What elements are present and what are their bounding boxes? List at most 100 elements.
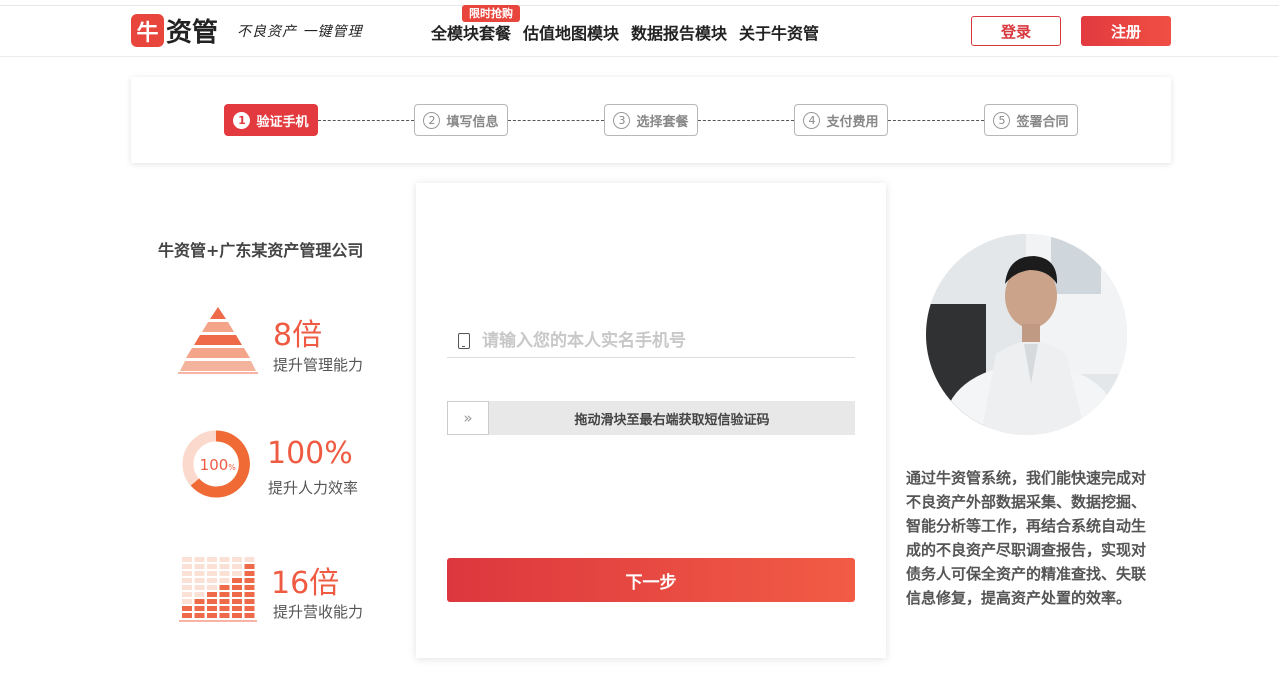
bar-cell xyxy=(194,592,205,597)
step-connector xyxy=(698,120,794,121)
step-label: 签署合同 xyxy=(1016,114,1069,130)
bar-cell xyxy=(207,613,217,618)
bar-cell xyxy=(219,606,230,611)
logo-icon[interactable]: 牛 xyxy=(131,14,164,47)
bar-cell xyxy=(182,564,192,569)
bar-cell xyxy=(232,571,242,576)
step-number: 2 xyxy=(423,111,441,129)
bar-cell xyxy=(219,599,230,604)
register-button[interactable]: 注册 xyxy=(1081,16,1171,46)
bar-cell xyxy=(182,585,192,590)
next-step-button[interactable]: 下一步 xyxy=(447,558,855,602)
bar-cell xyxy=(207,585,217,590)
top-divider xyxy=(0,0,1279,6)
bar-cell xyxy=(182,606,192,611)
bar-cell xyxy=(182,557,192,562)
step-fill-info: 2 填写信息 xyxy=(414,104,508,136)
bar-cell xyxy=(207,571,217,576)
nav-full-package[interactable]: 全模块套餐 xyxy=(431,20,511,44)
step-connector xyxy=(508,120,604,121)
mobile-phone-icon xyxy=(458,332,470,349)
step-payment: 4 支付费用 xyxy=(794,104,888,136)
bar-cell xyxy=(219,571,230,576)
stat-value: 16倍 xyxy=(271,566,340,601)
bar-cell xyxy=(244,592,255,597)
slogan: 不良资产 一键管理 xyxy=(237,24,363,40)
step-label: 验证手机 xyxy=(256,114,309,130)
bar-cell xyxy=(194,599,205,604)
bar-cell xyxy=(244,599,255,604)
nav-valuation-map[interactable]: 估值地图模块 xyxy=(523,20,619,44)
bar-cell xyxy=(182,592,192,597)
bar-cell xyxy=(219,585,230,590)
bar-cell xyxy=(207,557,217,562)
bar-cell xyxy=(194,578,205,583)
phone-field xyxy=(447,324,855,358)
bar-cell xyxy=(182,571,192,576)
pyramid-icon xyxy=(178,307,258,374)
bar-cell xyxy=(244,571,255,576)
slider-handle[interactable]: » xyxy=(447,401,489,435)
bar-cell xyxy=(219,557,230,562)
stat-value: 8倍 xyxy=(273,318,323,353)
nav-about[interactable]: 关于牛资管 xyxy=(739,20,819,44)
bar-cell xyxy=(244,606,255,611)
bar-cell xyxy=(219,592,230,597)
bar-cell xyxy=(207,564,217,569)
stat-value: 100% xyxy=(267,436,353,471)
bar-cell xyxy=(194,606,205,611)
step-number: 5 xyxy=(993,111,1011,129)
bar-cell xyxy=(244,578,255,583)
bar-cell xyxy=(194,557,205,562)
verification-form: » 拖动滑块至最右端获取短信验证码 下一步 xyxy=(416,183,886,658)
bar-cell xyxy=(207,592,217,597)
step-sign-contract: 5 签署合同 xyxy=(984,104,1078,136)
testimonial-photo xyxy=(926,234,1127,435)
bar-cell xyxy=(207,606,217,611)
nav-data-report[interactable]: 数据报告模块 xyxy=(631,20,727,44)
bar-cell xyxy=(244,585,255,590)
bar-cell xyxy=(182,599,192,604)
bar-cell xyxy=(244,613,255,618)
bar-chart-icon xyxy=(179,557,257,622)
login-button[interactable]: 登录 xyxy=(971,16,1061,46)
step-verify-phone: 1 验证手机 xyxy=(224,104,318,136)
bar-cell xyxy=(232,613,242,618)
bar-cell xyxy=(232,578,242,583)
ring-icon: 100 % xyxy=(182,430,250,498)
bar-cell xyxy=(244,557,255,562)
logo-text[interactable]: 资管 xyxy=(166,12,218,49)
site-header: 牛 资管 不良资产 一键管理 全模块套餐 估值地图模块 数据报告模块 关于牛资管… xyxy=(0,0,1279,57)
promo-badge: 限时抢购 xyxy=(462,5,520,22)
bar-cell xyxy=(244,564,255,569)
step-number: 3 xyxy=(613,111,631,129)
step-number: 4 xyxy=(803,111,821,129)
stat-label: 提升人力效率 xyxy=(268,479,359,497)
stat-label: 提升管理能力 xyxy=(273,356,364,374)
bar-cell xyxy=(232,606,242,611)
slider-hint: 拖动滑块至最右端获取短信验证码 xyxy=(574,412,770,428)
bar-cell xyxy=(194,613,205,618)
main-nav: 全模块套餐 估值地图模块 数据报告模块 关于牛资管 xyxy=(431,20,819,44)
step-label: 填写信息 xyxy=(446,114,499,130)
step-connector xyxy=(888,120,984,121)
bar-cell xyxy=(219,613,230,618)
company-title: 牛资管+广东某资产管理公司 xyxy=(158,241,364,260)
bar-cell xyxy=(219,578,230,583)
bar-cell xyxy=(219,564,230,569)
phone-input[interactable] xyxy=(482,330,842,351)
bar-cell xyxy=(194,571,205,576)
bar-cell xyxy=(182,613,192,618)
step-select-package: 3 选择套餐 xyxy=(604,104,698,136)
bar-cell xyxy=(232,592,242,597)
step-label: 支付费用 xyxy=(826,114,879,130)
bar-cell xyxy=(207,599,217,604)
step-connector xyxy=(318,120,414,121)
person-photo xyxy=(926,234,1127,435)
bar-cell xyxy=(207,578,217,583)
ring-unit: % xyxy=(228,463,236,472)
bar-cell xyxy=(232,585,242,590)
sms-slider[interactable]: » 拖动滑块至最右端获取短信验证码 xyxy=(447,401,855,435)
step-label: 选择套餐 xyxy=(636,114,689,130)
bar-cell xyxy=(232,557,242,562)
